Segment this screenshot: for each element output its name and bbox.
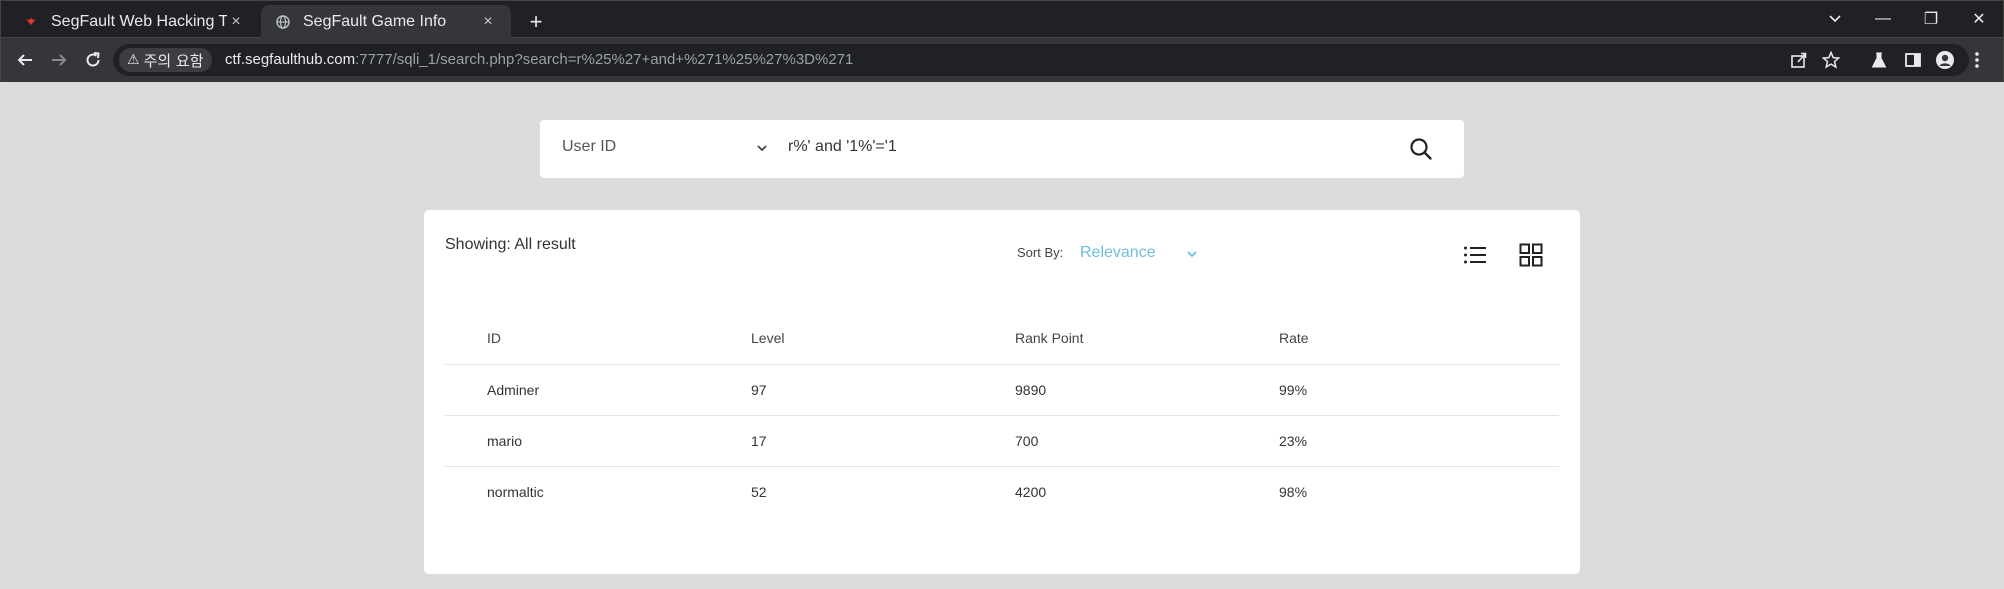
new-tab-button[interactable]: + xyxy=(523,9,549,35)
results-table: ID Level Rank Point Rate Adminer 97 9890… xyxy=(445,313,1559,517)
tab-title: SegFault Game Info xyxy=(303,13,447,30)
table-header-row: ID Level Rank Point Rate xyxy=(445,313,1559,365)
sort-select[interactable]: Relevance xyxy=(1080,244,1156,262)
globe-icon xyxy=(275,14,291,30)
cell-rate: 23% xyxy=(1237,415,1559,467)
back-icon[interactable] xyxy=(11,46,39,74)
cell-level: 17 xyxy=(709,415,973,467)
share-icon[interactable] xyxy=(1785,46,1813,74)
flask-icon[interactable] xyxy=(1865,46,1893,74)
table-row: mario 17 700 23% xyxy=(445,415,1559,467)
favicon-segfault-icon xyxy=(23,14,39,30)
cell-id: Adminer xyxy=(445,364,709,416)
url-text[interactable]: ctf.segfaulthub.com:7777/sqli_1/search.p… xyxy=(225,51,853,68)
sidebar-icon[interactable] xyxy=(1899,46,1927,74)
close-tab-icon[interactable]: × xyxy=(479,13,497,31)
close-tab-icon[interactable]: × xyxy=(227,13,245,31)
chevron-down-icon[interactable] xyxy=(1186,246,1198,264)
reload-icon[interactable] xyxy=(79,46,107,74)
address-bar[interactable]: ⚠ 주의 요함 ctf.segfaulthub.com:7777/sqli_1/… xyxy=(113,44,1969,76)
search-input[interactable]: r%' and '1%'='1 xyxy=(788,138,897,156)
cell-level: 97 xyxy=(709,364,973,416)
profile-icon[interactable] xyxy=(1931,46,1959,74)
search-icon[interactable] xyxy=(1406,134,1436,164)
cell-rank-point: 9890 xyxy=(973,364,1237,416)
url-path: :7777/sqli_1/search.php?search=r%25%27+a… xyxy=(355,51,854,68)
table-row: Adminer 97 9890 99% xyxy=(445,364,1559,416)
cell-rank-point: 700 xyxy=(973,415,1237,467)
grid-view-icon[interactable] xyxy=(1516,240,1546,270)
list-view-icon[interactable] xyxy=(1460,240,1490,270)
url-host: ctf.segfaulthub.com xyxy=(225,51,356,68)
sort-by-label: Sort By: xyxy=(1017,245,1064,260)
column-header-id: ID xyxy=(445,313,709,365)
cell-rate: 98% xyxy=(1279,483,1308,500)
security-label: 주의 요함 xyxy=(143,51,204,70)
chevron-down-icon[interactable] xyxy=(756,140,768,158)
restore-button[interactable]: ❐ xyxy=(1911,5,1951,33)
cell-id: normaltic xyxy=(487,483,544,500)
star-icon[interactable] xyxy=(1817,46,1845,74)
cell-rank-point: 4200 xyxy=(1015,483,1047,500)
tab-segfault-training[interactable]: SegFault Web Hacking Trai × xyxy=(9,5,259,39)
forward-icon[interactable] xyxy=(45,46,73,74)
column-header-rank-point: Rank Point xyxy=(973,313,1237,365)
showing-label: Showing: All result xyxy=(445,236,576,253)
search-field-select[interactable]: User ID xyxy=(562,138,616,156)
cell-id: mario xyxy=(445,415,709,467)
tab-segfault-game-info[interactable]: SegFault Game Info × xyxy=(261,5,511,39)
browser-toolbar: ⚠ 주의 요함 ctf.segfaulthub.com:7777/sqli_1/… xyxy=(0,38,2004,82)
minimize-button[interactable]: — xyxy=(1863,5,1903,33)
results-card: Showing: All result Sort By: Relevance I… xyxy=(424,210,1580,574)
tab-bar: SegFault Web Hacking Trai × SegFault Gam… xyxy=(0,0,2004,39)
close-window-button[interactable]: ✕ xyxy=(1959,5,1999,33)
warning-icon: ⚠ xyxy=(127,52,140,68)
table-row: normaltic 52 4200 98% xyxy=(445,466,1559,517)
search-box: User ID r%' and '1%'='1 xyxy=(540,120,1464,178)
tab-search-icon[interactable] xyxy=(1815,5,1855,33)
column-header-rate: Rate xyxy=(1237,313,1559,365)
tab-title: SegFault Web Hacking Trai xyxy=(51,13,227,30)
menu-icon[interactable] xyxy=(1963,46,1991,74)
cell-level: 52 xyxy=(751,483,767,500)
cell-rate: 99% xyxy=(1237,364,1559,416)
security-chip[interactable]: ⚠ 주의 요함 xyxy=(119,48,212,72)
column-header-level: Level xyxy=(709,313,973,365)
